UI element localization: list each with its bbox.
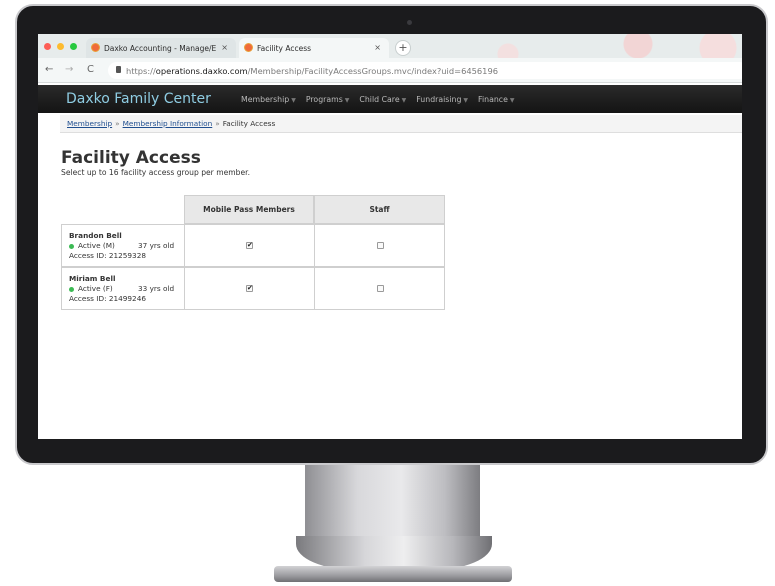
- favicon-icon: [91, 43, 100, 52]
- nav-programs[interactable]: Programs ▼: [306, 95, 350, 104]
- chevron-down-icon: ▼: [344, 97, 350, 104]
- breadcrumb-separator: »: [115, 119, 120, 128]
- back-button[interactable]: ←: [45, 64, 53, 75]
- favicon-icon: [244, 43, 253, 52]
- monitor-stand-base: [274, 566, 512, 582]
- breadcrumb-current: Facility Access: [222, 119, 276, 128]
- desktop-stage: Daxko Accounting - Manage/E × Facility A…: [0, 0, 775, 586]
- site-header: Daxko Family Center Membership ▼ Programs…: [38, 85, 742, 113]
- staff-checkbox[interactable]: [376, 285, 384, 292]
- tab-title: Facility Access: [257, 43, 312, 53]
- column-header-staff: Staff: [314, 195, 445, 224]
- status-dot-icon: [69, 286, 74, 292]
- tab-close-icon[interactable]: ×: [221, 43, 228, 52]
- breadcrumb-link-membership-information[interactable]: Membership Information: [123, 119, 213, 128]
- chevron-down-icon: ▼: [509, 97, 515, 104]
- tab-daxko-accounting[interactable]: Daxko Accounting - Manage/E ×: [86, 38, 236, 58]
- maximize-window-button[interactable]: [70, 43, 77, 50]
- member-status-line: Active (M) 37 yrs old: [69, 241, 184, 251]
- close-window-button[interactable]: [44, 43, 51, 50]
- url-path: /Membership/FacilityAccessGroups.mvc/ind…: [247, 65, 499, 76]
- tab-title: Daxko Accounting - Manage/E: [104, 43, 217, 53]
- member-name: Brandon Bell: [69, 231, 122, 240]
- chevron-down-icon: ▼: [401, 97, 407, 104]
- minimize-window-button[interactable]: [57, 43, 64, 50]
- member-status: Active (F): [78, 284, 113, 293]
- page-title: Facility Access: [61, 148, 201, 168]
- mobile-pass-checkbox[interactable]: ✔: [246, 242, 253, 249]
- nav-finance[interactable]: Finance ▼: [478, 95, 514, 104]
- mobile-pass-cell: ✔: [185, 268, 315, 309]
- tab-facility-access[interactable]: Facility Access ×: [239, 38, 389, 58]
- forward-button[interactable]: →: [65, 64, 73, 75]
- reload-button[interactable]: C: [87, 64, 94, 75]
- nav-child-care[interactable]: Child Care ▼: [359, 95, 406, 104]
- breadcrumb: Membership » Membership Information » Fa…: [60, 115, 742, 133]
- nav-fundraising[interactable]: Fundraising ▼: [416, 95, 468, 104]
- new-tab-button[interactable]: +: [395, 40, 411, 56]
- member-age: 33 yrs old: [138, 284, 175, 293]
- member-access-id: Access ID: 21259328: [69, 251, 146, 260]
- url-scheme: https://: [126, 65, 156, 76]
- tab-close-icon[interactable]: ×: [374, 43, 381, 52]
- column-header-mobile-pass: Mobile Pass Members: [184, 195, 314, 224]
- monitor-stand-curve: [296, 536, 492, 570]
- address-toolbar: ← → C https://operations.daxko.com/Membe…: [38, 58, 742, 83]
- member-access-id: Access ID: 21499246: [69, 294, 146, 303]
- member-info: Miriam Bell Active (F) 33 yrs old Access …: [62, 268, 185, 309]
- monitor-stand: [305, 465, 480, 540]
- member-info: Brandon Bell Active (M) 37 yrs old Access…: [62, 225, 185, 266]
- main-nav: Membership ▼ Programs ▼ Child Care ▼ Fundra…: [241, 95, 515, 104]
- status-dot-icon: [69, 243, 74, 249]
- mobile-pass-cell: ✔: [185, 225, 315, 266]
- breadcrumb-separator: »: [215, 119, 220, 128]
- site-brand[interactable]: Daxko Family Center: [66, 91, 211, 107]
- breadcrumb-link-membership[interactable]: Membership: [67, 119, 112, 128]
- chevron-down-icon: ▼: [291, 97, 296, 104]
- staff-checkbox[interactable]: [376, 242, 384, 249]
- member-name: Miriam Bell: [69, 274, 116, 283]
- camera-icon: [407, 20, 412, 25]
- nav-membership[interactable]: Membership ▼: [241, 95, 296, 104]
- tab-bar: Daxko Accounting - Manage/E × Facility A…: [38, 34, 742, 58]
- table-row: Brandon Bell Active (M) 37 yrs old Access…: [61, 224, 445, 267]
- address-bar[interactable]: https://operations.daxko.com/Membership/…: [108, 62, 742, 79]
- member-status-line: Active (F) 33 yrs old: [69, 284, 184, 294]
- url-host: operations.daxko.com: [155, 65, 248, 76]
- member-age: 37 yrs old: [138, 241, 175, 250]
- chevron-down-icon: ▼: [463, 97, 469, 104]
- mobile-pass-checkbox[interactable]: ✔: [246, 285, 253, 292]
- browser-window: Daxko Accounting - Manage/E × Facility A…: [38, 34, 742, 439]
- staff-cell: [315, 268, 445, 309]
- member-status: Active (M): [78, 241, 115, 250]
- page-subtitle: Select up to 16 facility access group pe…: [61, 168, 251, 177]
- table-row: Miriam Bell Active (F) 33 yrs old Access …: [61, 267, 445, 310]
- staff-cell: [315, 225, 445, 266]
- lock-icon: [116, 66, 121, 73]
